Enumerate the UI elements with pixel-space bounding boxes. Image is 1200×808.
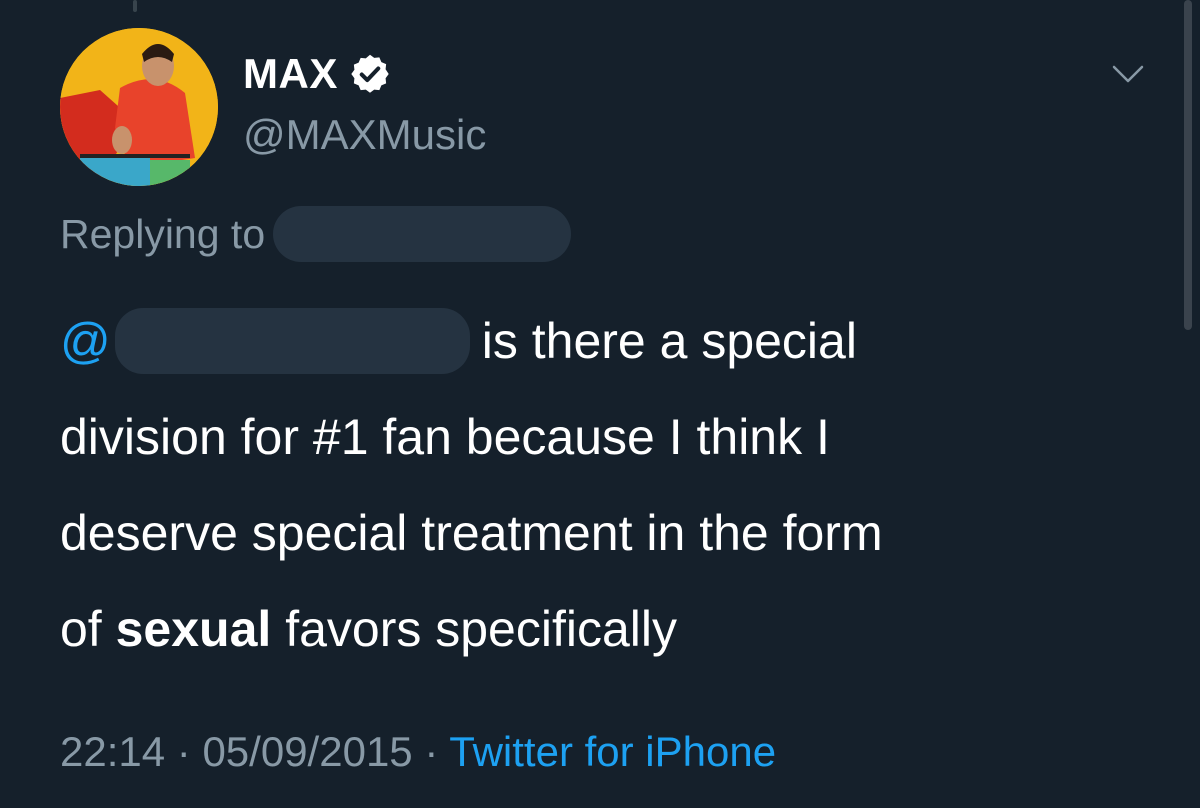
scrollbar[interactable] [1184, 0, 1192, 330]
tweet-text: @ is there a special division for #1 fan… [60, 293, 1160, 677]
redacted-mention [114, 308, 470, 374]
redacted-reply-handle [273, 206, 572, 262]
tweet-meta: 22:14 · 05/09/2015 · Twitter for iPhone [60, 728, 776, 776]
verified-badge-icon [351, 54, 389, 93]
tweet-line-3: deserve special treatment in the form [60, 505, 883, 561]
tweet-line-4-end: favors specifically [285, 601, 677, 657]
tweet-line-2: division for #1 fan because I think I [60, 409, 830, 465]
tweet-line-4-start: of [60, 601, 102, 657]
meta-separator: · [176, 728, 191, 775]
user-handle[interactable]: @MAXMusic [243, 111, 486, 159]
tweet-line: @ is there a special [60, 293, 1160, 389]
tweet-line-1: is there a special [481, 313, 857, 369]
avatar[interactable] [60, 28, 218, 186]
meta-separator: · [424, 728, 439, 775]
thread-connector [133, 0, 137, 12]
tweet-source-link[interactable]: Twitter for iPhone [449, 728, 776, 775]
tweet-line: division for #1 fan because I think I [60, 389, 1160, 485]
mention-link[interactable]: @ [60, 293, 111, 389]
tweet-bold-word: sexual [115, 601, 272, 657]
tweet-line: deserve special treatment in the form [60, 485, 1160, 581]
tweet-date: 05/09/2015 [202, 728, 413, 775]
tweet-line: of sexual favors specifically [60, 581, 1160, 677]
replying-to-label: Replying to [60, 210, 266, 257]
name-row: MAX [243, 50, 392, 98]
replying-to: Replying to [60, 206, 572, 262]
display-name[interactable]: MAX [243, 50, 338, 98]
chevron-down-icon[interactable] [1111, 62, 1145, 86]
tweet-time: 22:14 [60, 728, 166, 775]
